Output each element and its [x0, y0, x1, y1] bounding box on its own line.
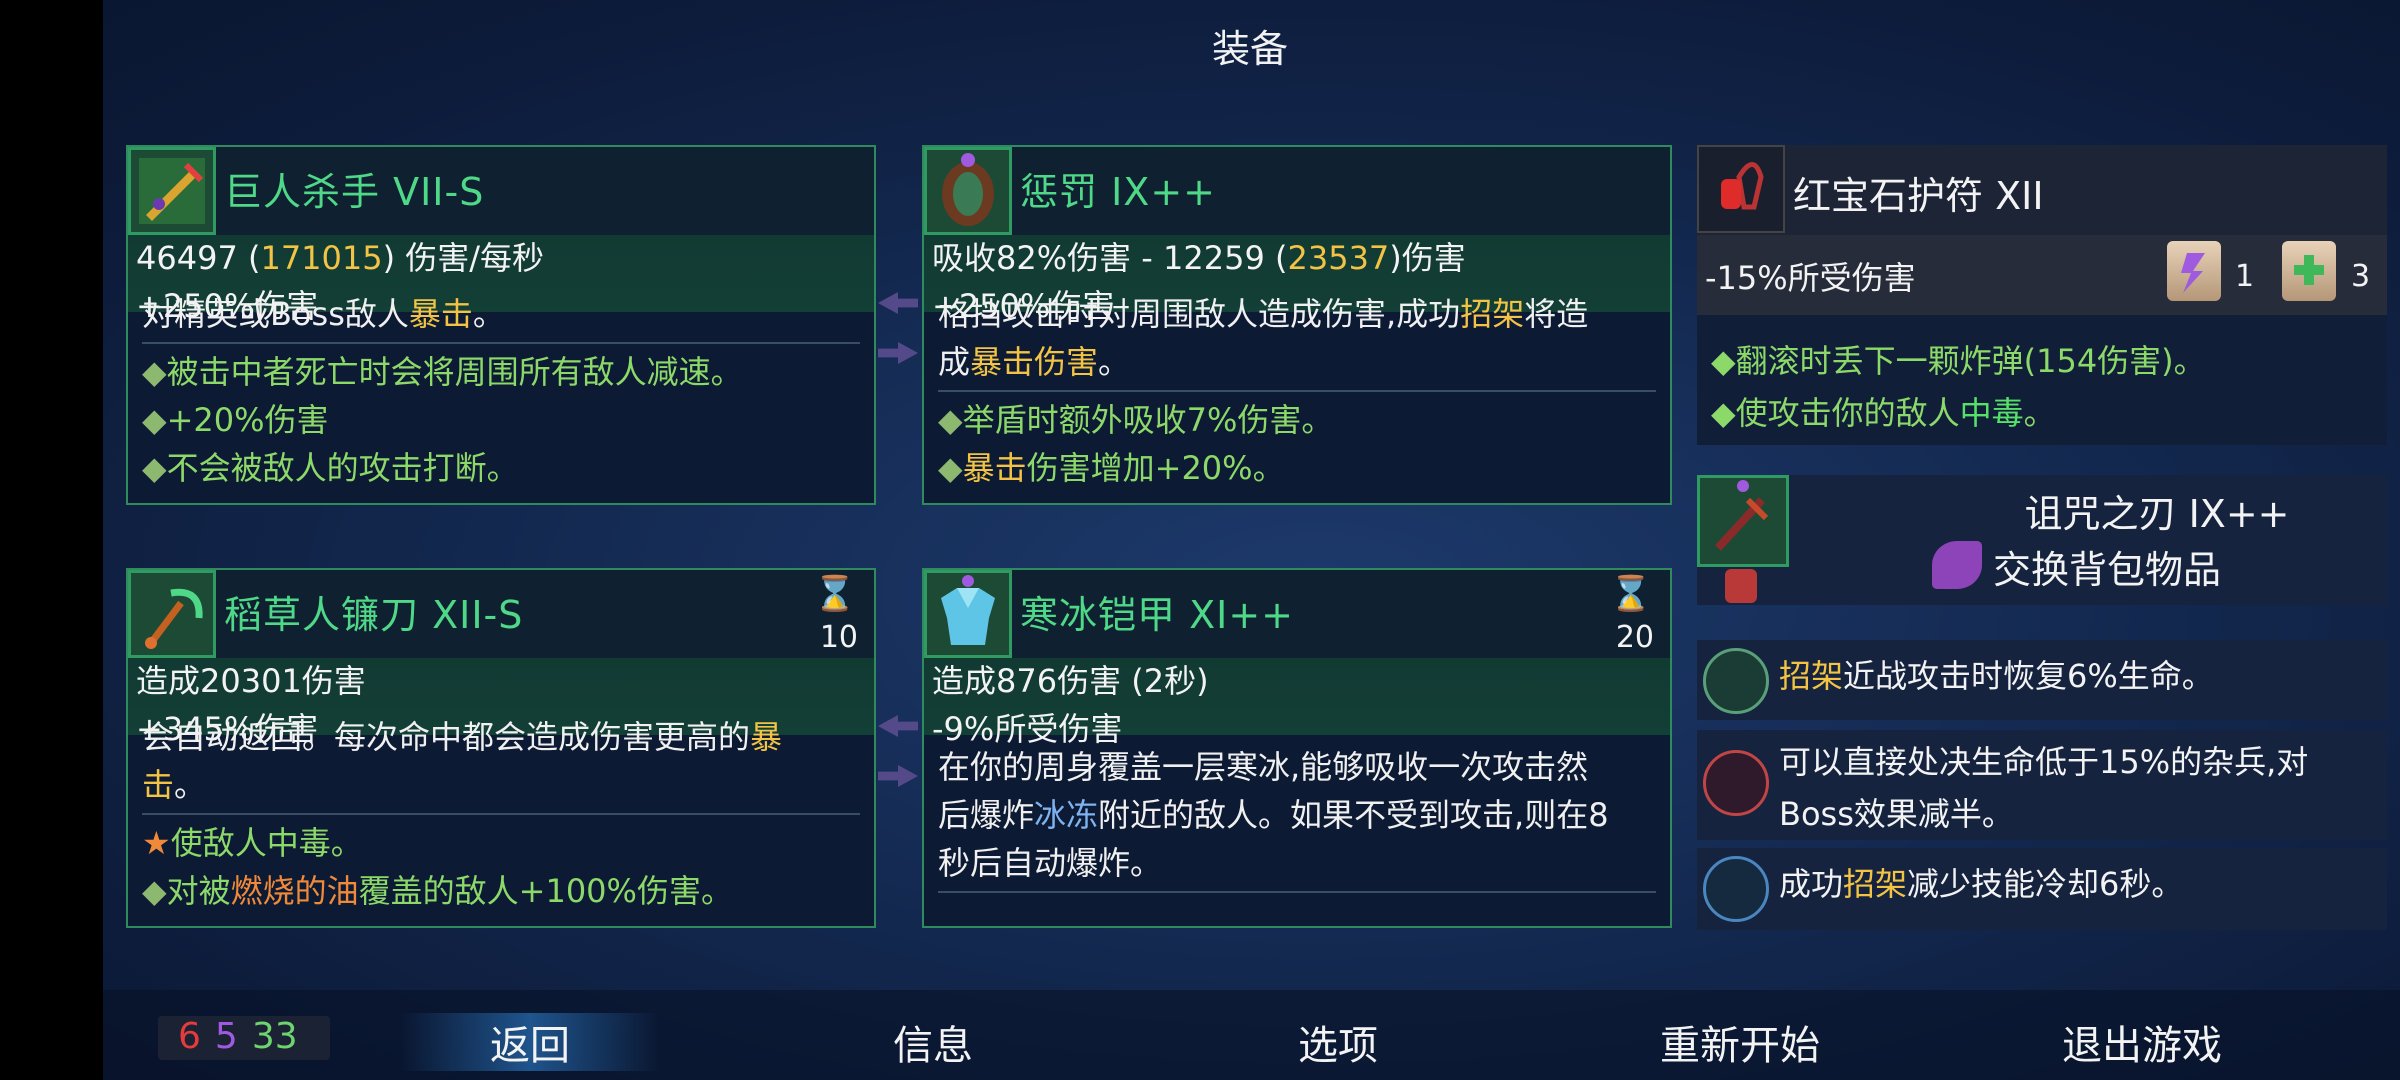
info-button[interactable]: 信息 — [803, 1013, 1063, 1071]
affix-line: ◆使攻击你的敌人中毒。 — [1711, 394, 2056, 432]
swap-left-arrow[interactable] — [878, 292, 918, 314]
skill-panel-scythe[interactable]: 稻草人镰刀 XII-S ⌛ 10 造成20301伤害 +345%伤害 会自动返回… — [126, 568, 876, 928]
cursed-sword-icon — [1697, 475, 1789, 567]
skill-description[interactable]: 会自动返回。每次命中都会造成伤害更高的暴 击。 ★使敌人中毒。 ◆对被燃烧的油覆… — [128, 718, 874, 926]
game-screen: 装备 巨人杀手 VII-S 46497 (171015) 伤害/每秒 +250%… — [0, 0, 2400, 1080]
amulet-description[interactable]: ◆翻滚时丢下一颗炸弹(154伤害)。 ◆使攻击你的敌人中毒。 — [1711, 335, 2377, 439]
survival-count: 33 — [251, 1016, 298, 1057]
swap-backpack-button[interactable]: 交换背包物品 — [1993, 539, 2221, 594]
swap-right-arrow[interactable] — [878, 342, 918, 364]
parry-cooldown-mutation-icon — [1703, 856, 1769, 922]
affix-line: ◆翻滚时丢下一颗炸弹(154伤害)。 — [1711, 342, 2206, 380]
affix-line: ◆对被燃烧的油覆盖的敌人+100%伤害。 — [142, 872, 733, 910]
tactics-count: 5 — [214, 1016, 238, 1057]
survival-scroll-count: 3 — [2351, 259, 2371, 294]
divider — [938, 891, 1656, 893]
mutation-parry-cooldown[interactable]: 成功招架减少技能冷却6秒。 — [1697, 848, 2387, 930]
affix-line: ◆不会被敌人的攻击打断。 — [142, 449, 519, 487]
giant-killer-icon — [128, 147, 216, 235]
brutality-count: 6 — [178, 1016, 201, 1057]
affix-line: ◆举盾时额外吸收7%伤害。 — [938, 401, 1334, 439]
swap-left-arrow[interactable] — [878, 715, 918, 737]
tactics-scroll-icon — [2167, 241, 2221, 301]
tactics-scroll-count: 1 — [2235, 259, 2255, 294]
weapon-description[interactable]: 对精英或Boss敌人暴击。 ◆被击中者死亡时会将周围所有敌人减速。 ◆+20%伤… — [128, 295, 874, 503]
mutation-execute[interactable]: 可以直接处决生命低于15%的杂兵,对Boss效果减半。 — [1697, 730, 2387, 840]
skill-damage: 造成20301伤害 — [136, 662, 366, 700]
affix-line: ◆被击中者死亡时会将周围所有敌人减速。 — [142, 353, 743, 391]
amulet-panel[interactable]: 红宝石护符 XII -15%所受伤害 1 3 ◆翻滚时丢下一颗炸弹(154伤害)… — [1697, 145, 2387, 445]
punishment-shield-icon — [924, 147, 1012, 235]
swap-right-arrow[interactable] — [878, 765, 918, 787]
mutation-parry-heal[interactable]: 招架近战攻击时恢复6%生命。 — [1697, 640, 2387, 720]
affix-line: ★使敌人中毒。 — [142, 824, 363, 862]
skill-name: 寒冰铠甲 XI++ — [1020, 593, 1294, 637]
weapon-dps: 46497 (171015) 伤害/每秒 — [136, 239, 545, 277]
star-icon: ★ — [142, 824, 171, 862]
hourglass-icon: ⌛ — [813, 574, 856, 614]
parry-mutation-icon — [1703, 648, 1769, 714]
ice-armor-icon — [924, 570, 1012, 658]
back-button[interactable]: 返回 — [400, 1013, 660, 1071]
backpack-item-name: 诅咒之刃 IX++ — [2024, 492, 2290, 536]
amulet-stat: -15%所受伤害 — [1705, 259, 1916, 297]
backpack-panel[interactable]: 诅咒之刃 IX++ 交换背包物品 — [1697, 475, 2387, 605]
restart-button[interactable]: 重新开始 — [1610, 1013, 1870, 1071]
affix-line: ◆暴击伤害增加+20%。 — [938, 449, 1285, 487]
shield-absorb: 吸收82%伤害 - 12259 (23537)伤害 — [932, 239, 1466, 277]
skill-panel-ice-armor[interactable]: 寒冰铠甲 XI++ ⌛ 20 造成876伤害 (2秒) -9%所受伤害 在你的周… — [922, 568, 1672, 928]
options-button[interactable]: 选项 — [1208, 1013, 1468, 1071]
shield-name: 惩罚 IX++ — [1020, 170, 1216, 214]
cooldown-count: 20 — [1615, 620, 1654, 655]
skill-damage: 造成876伤害 (2秒) — [932, 662, 1209, 700]
divider — [938, 390, 1656, 392]
divider — [142, 342, 860, 344]
skill-name: 稻草人镰刀 XII-S — [224, 593, 524, 637]
weapon-name: 巨人杀手 VII-S — [224, 170, 485, 214]
scroll-counts: 6 5 33 — [158, 1016, 330, 1060]
curse-skull-icon — [1725, 569, 1757, 603]
hourglass-icon: ⌛ — [1609, 574, 1652, 614]
skill-description[interactable]: 在你的周身覆盖一层寒冰,能够吸收一次攻击然 后爆炸冰冻附近的敌人。如果不受到攻击… — [924, 735, 1670, 926]
cooldown-count: 10 — [819, 620, 858, 655]
weapon-panel-giant-killer[interactable]: 巨人杀手 VII-S 46497 (171015) 伤害/每秒 +250%伤害 … — [126, 145, 876, 505]
left-black-bar — [0, 0, 103, 1080]
swap-hand-icon — [1932, 541, 1982, 589]
execute-mutation-icon — [1703, 750, 1769, 816]
divider — [142, 813, 860, 815]
shield-description[interactable]: 格挡攻击时对周围敌人造成伤害,成功招架将造 成暴击伤害。 ◆举盾时额外吸收7%伤… — [924, 295, 1670, 503]
screen-title: 装备 — [1211, 27, 1288, 71]
affix-line: ◆+20%伤害 — [142, 401, 329, 439]
amulet-name: 红宝石护符 XII — [1793, 174, 2044, 218]
ruby-amulet-icon — [1697, 145, 1785, 233]
shield-panel-punishment[interactable]: 惩罚 IX++ 吸收82%伤害 - 12259 (23537)伤害 +250%伤… — [922, 145, 1672, 505]
survival-scroll-icon — [2282, 241, 2336, 301]
scythe-icon — [128, 570, 216, 658]
quit-button[interactable]: 退出游戏 — [2012, 1013, 2272, 1071]
